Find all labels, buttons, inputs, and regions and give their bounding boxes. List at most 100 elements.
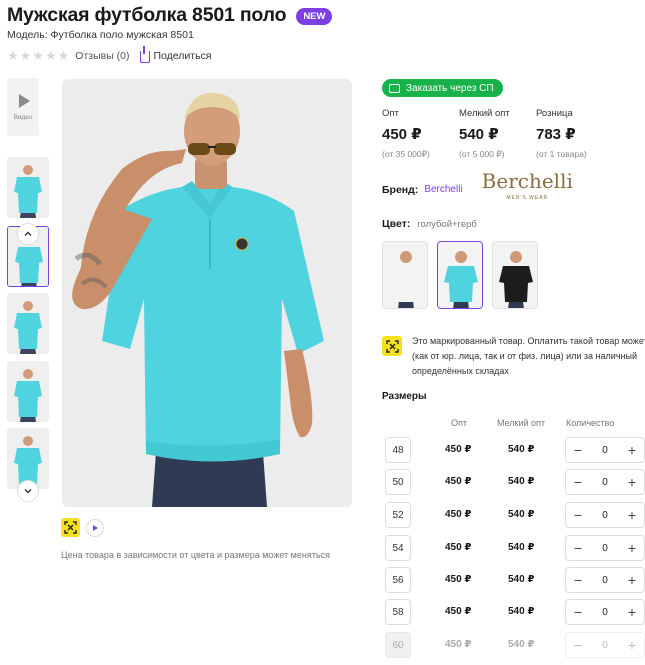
main-product-photo[interactable] <box>62 79 352 507</box>
quantity-value[interactable]: 0 <box>602 607 608 618</box>
color-row: Цвет: голубой+герб <box>382 218 477 230</box>
chevron-down-icon <box>24 489 32 494</box>
size-price-small-opt: 540 ₽ <box>508 574 535 585</box>
color-value: голубой+герб <box>417 219 477 230</box>
order-via-sp-label: Заказать через СП <box>406 82 494 94</box>
new-badge: NEW <box>296 7 333 25</box>
size-chip[interactable]: 48 <box>385 437 411 463</box>
quantity-value[interactable]: 0 <box>602 543 608 554</box>
sizes-title: Размеры <box>382 391 427 402</box>
size-chip: 60 <box>385 632 411 658</box>
size-chip[interactable]: 50 <box>385 469 411 495</box>
decrease-button: − <box>573 637 583 653</box>
play-icon <box>18 93 30 108</box>
share-icon <box>139 46 150 63</box>
cart-icon <box>389 83 400 93</box>
size-chip[interactable]: 56 <box>385 567 411 593</box>
thumb-photo <box>7 293 49 354</box>
quantity-stepper: − 0 + <box>565 599 645 625</box>
thumbs-down-button[interactable] <box>17 480 39 502</box>
scan-icon <box>385 339 399 353</box>
decrease-button[interactable]: − <box>572 541 584 555</box>
price-tier-condition: (от 35 000₽) <box>382 149 430 159</box>
size-price-opt: 450 ₽ <box>445 444 472 455</box>
quantity-stepper: − 0 + <box>565 437 645 463</box>
size-price-opt: 450 ₽ <box>445 542 472 553</box>
rating-stars[interactable]: ★ ★ ★ ★ ★ <box>7 48 69 63</box>
swatch-photo <box>438 242 482 308</box>
size-price-small-opt: 540 ₽ <box>508 476 535 487</box>
swatch-photo <box>493 242 537 308</box>
thumbnail-strip: Видео <box>7 78 52 502</box>
size-price-opt: 450 ₽ <box>445 476 472 487</box>
size-price-small-opt: 540 ₽ <box>508 509 535 520</box>
reviews-link[interactable]: Отзывы (0) <box>75 50 129 62</box>
increase-button[interactable]: + <box>626 605 638 619</box>
model-in-polo-image <box>62 79 352 507</box>
quantity-stepper: − 0 + <box>565 502 645 528</box>
increase-button[interactable]: + <box>626 541 638 555</box>
price-tier-opt: Опт 450 ₽ (от 35 000₽) <box>382 108 459 160</box>
size-price-opt: 450 ₽ <box>445 606 472 617</box>
price-tiers: Опт 450 ₽ (от 35 000₽) Мелкий опт 540 ₽ … <box>382 108 606 160</box>
video-thumb[interactable]: Видео <box>7 78 39 136</box>
increase-button[interactable]: + <box>626 443 638 457</box>
price-note: Цена товара в зависимости от цвета и раз… <box>61 550 330 560</box>
increase-button[interactable]: + <box>626 573 638 587</box>
decrease-button[interactable]: − <box>572 573 584 587</box>
header-opt: Опт <box>451 418 467 428</box>
gallery-thumb[interactable] <box>7 361 49 422</box>
header-quantity: Количество <box>566 418 615 428</box>
size-chip[interactable]: 58 <box>385 599 411 625</box>
thumbs-up-button[interactable] <box>17 223 39 245</box>
star-icon: ★ <box>44 48 57 63</box>
price-tier-condition: (от 5 000 ₽) <box>459 149 505 159</box>
product-model: Модель: Футболка поло мужская 8501 <box>7 29 194 41</box>
share-label: Поделиться <box>153 50 212 62</box>
star-icon: ★ <box>7 48 19 63</box>
color-swatches <box>382 241 538 309</box>
decrease-button[interactable]: − <box>572 605 584 619</box>
quantity-stepper: − 0 + <box>565 632 645 658</box>
increase-button[interactable]: + <box>626 508 638 522</box>
marking-icon <box>382 336 402 356</box>
size-price-small-opt: 540 ₽ <box>508 444 535 455</box>
decrease-button[interactable]: − <box>572 475 584 489</box>
size-price-opt: 450 ₽ <box>445 574 472 585</box>
brand-logo[interactable]: Berchelli MEN'S WEAR <box>482 171 573 207</box>
price-tier-small-opt: Мелкий опт 540 ₽ (от 5 000 ₽) <box>459 108 536 160</box>
scan-icon <box>64 521 77 534</box>
brand-link[interactable]: Berchelli <box>424 184 462 195</box>
increase-button[interactable]: + <box>626 475 638 489</box>
quantity-stepper: − 0 + <box>565 469 645 495</box>
decrease-button[interactable]: − <box>572 443 584 457</box>
thumb-photo <box>7 157 49 218</box>
price-tier-value: 450 ₽ <box>382 126 422 143</box>
quantity-stepper: − 0 + <box>565 535 645 561</box>
gallery-thumb[interactable] <box>7 157 49 218</box>
gallery-thumb[interactable] <box>7 293 49 354</box>
rating-row: ★ ★ ★ ★ ★ Отзывы (0) Поделиться <box>7 46 212 63</box>
product-title: Мужская футболка 8501 поло <box>7 4 287 26</box>
star-icon: ★ <box>32 48 44 63</box>
share-button[interactable]: Поделиться <box>139 46 212 63</box>
price-tier-label: Мелкий опт <box>459 108 510 119</box>
quantity-value[interactable]: 0 <box>602 575 608 586</box>
marking-icon[interactable] <box>61 518 80 537</box>
swatch-photo <box>383 242 427 308</box>
play-video-button[interactable] <box>86 518 104 537</box>
marking-text: Это маркированный товар. Оплатить такой … <box>412 336 645 376</box>
size-price-small-opt: 540 ₽ <box>508 542 535 553</box>
quantity-value[interactable]: 0 <box>602 510 608 521</box>
size-chip[interactable]: 54 <box>385 535 411 561</box>
quantity-value[interactable]: 0 <box>602 445 608 456</box>
title-row: Мужская футболка 8501 поло NEW <box>7 4 333 27</box>
color-swatch-black[interactable] <box>492 241 538 309</box>
size-chip[interactable]: 52 <box>385 502 411 528</box>
color-swatch-white[interactable] <box>382 241 428 309</box>
quantity-value[interactable]: 0 <box>602 477 608 488</box>
quantity-stepper: − 0 + <box>565 567 645 593</box>
order-via-sp-button[interactable]: Заказать через СП <box>382 79 503 97</box>
decrease-button[interactable]: − <box>572 508 584 522</box>
color-swatch-turquoise[interactable] <box>437 241 483 309</box>
